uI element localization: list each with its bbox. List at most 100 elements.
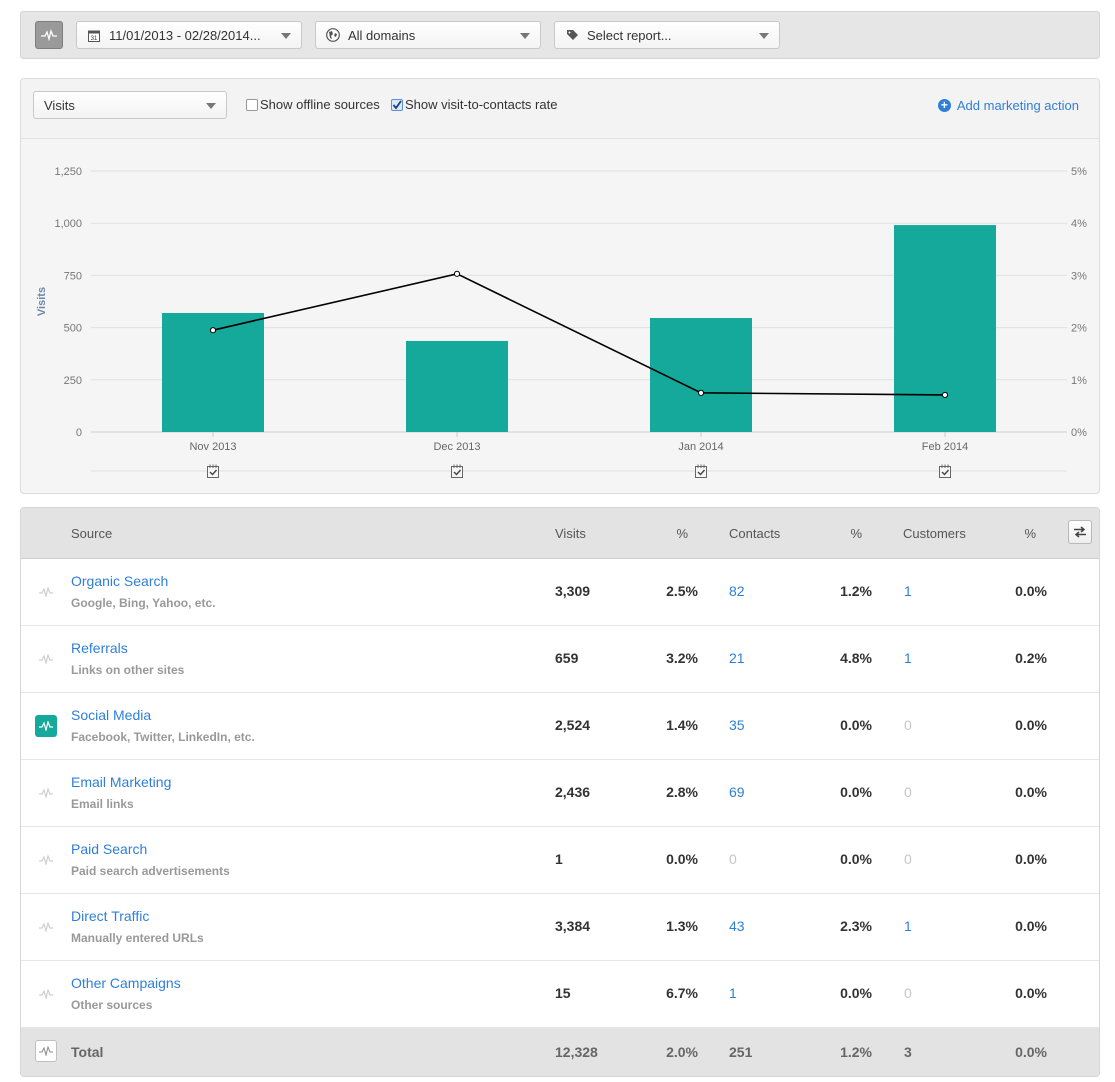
rate-point	[453, 270, 461, 277]
visits-pct-value: 2.8%	[666, 784, 698, 800]
pulse-icon	[39, 989, 53, 999]
total-chart-toggle[interactable]	[35, 1040, 57, 1062]
report-select[interactable]: Select report...	[554, 21, 780, 49]
visits-value: 2,524	[555, 717, 591, 733]
y-tick-label: 500	[64, 323, 82, 335]
header-customers-pct[interactable]: %	[1024, 526, 1036, 541]
contacts-value[interactable]: 21	[729, 650, 745, 666]
contacts-pct-value: 4.8%	[840, 650, 872, 666]
date-range-select[interactable]: 31 11/01/2013 - 02/28/2014...	[76, 21, 302, 49]
x-tick-label: Jan 2014	[678, 441, 723, 453]
visits-chart: 0 250 500 750 1,000 1,250 0% 1% 2% 3% 4% 5% Visits No…	[36, 166, 1087, 478]
pulse-icon	[39, 1046, 53, 1056]
y-tick-label: 250	[64, 375, 82, 387]
contacts-value[interactable]: 82	[729, 583, 745, 599]
table-row: Email Marketing Email links 2,436 2.8% 69 0.0…	[21, 760, 1099, 827]
total-customers: 3	[904, 1044, 912, 1060]
customers-value[interactable]: 1	[904, 583, 912, 599]
sources-table: Source Visits % Contacts % Customers % O…	[20, 507, 1100, 1077]
marketing-action-calendar-icon[interactable]	[939, 464, 951, 478]
total-contacts: 251	[729, 1044, 753, 1060]
customers-value[interactable]: 1	[904, 650, 912, 666]
contacts-pct-value: 0.0%	[840, 985, 872, 1001]
source-name-link[interactable]: Referrals	[71, 640, 128, 656]
pulse-icon	[39, 922, 53, 932]
marketing-action-calendar-icon[interactable]	[451, 464, 463, 478]
row-chart-toggle[interactable]	[35, 715, 57, 737]
source-description: Facebook, Twitter, LinkedIn, etc.	[71, 730, 255, 744]
row-chart-toggle[interactable]	[35, 782, 57, 804]
contacts-value[interactable]: 43	[729, 918, 745, 934]
marketing-action-calendar-icon[interactable]	[207, 464, 219, 478]
source-name-link[interactable]: Other Campaigns	[71, 975, 181, 991]
y-tick-label: 1,000	[54, 218, 82, 230]
contacts-pct-value: 2.3%	[840, 918, 872, 934]
contacts-value[interactable]: 69	[729, 784, 745, 800]
domains-select[interactable]: All domains	[315, 21, 541, 49]
visits-value: 3,309	[555, 583, 591, 599]
total-label: Total	[71, 1044, 104, 1060]
source-name-link[interactable]: Social Media	[71, 707, 151, 723]
y2-tick-label: 3%	[1071, 270, 1087, 282]
header-visits[interactable]: Visits	[555, 526, 586, 541]
source-name-link[interactable]: Organic Search	[71, 573, 168, 589]
sources-chart-toggle-button[interactable]	[35, 21, 63, 49]
source-name-link[interactable]: Email Marketing	[71, 774, 171, 790]
header-source[interactable]: Source	[71, 526, 112, 541]
table-header: Source Visits % Contacts % Customers %	[21, 508, 1099, 559]
source-description: Links on other sites	[71, 663, 185, 677]
contacts-value[interactable]: 1	[729, 985, 737, 1001]
y2-tick-label: 1%	[1071, 375, 1087, 387]
row-chart-toggle[interactable]	[35, 916, 57, 938]
filter-bar: 31 11/01/2013 - 02/28/2014... All domain…	[20, 11, 1100, 59]
x-tick-label: Nov 2013	[189, 441, 236, 453]
customers-pct-value: 0.0%	[1015, 985, 1047, 1001]
row-chart-toggle[interactable]	[35, 581, 57, 603]
customers-pct-value: 0.0%	[1015, 918, 1047, 934]
marketing-action-calendar-icon[interactable]	[695, 464, 707, 478]
header-customers[interactable]: Customers	[903, 526, 966, 541]
y2-tick-label: 4%	[1071, 218, 1087, 230]
source-name-link[interactable]: Paid Search	[71, 841, 147, 857]
visits-value: 659	[555, 650, 579, 666]
header-visits-pct[interactable]: %	[676, 526, 688, 541]
row-chart-toggle[interactable]	[35, 983, 57, 1005]
total-customers-pct: 0.0%	[1015, 1044, 1047, 1060]
source-description: Paid search advertisements	[71, 864, 230, 878]
source-description: Other sources	[71, 998, 153, 1012]
source-description: Google, Bing, Yahoo, etc.	[71, 596, 216, 610]
chevron-down-icon	[520, 33, 530, 39]
customers-value[interactable]: 1	[904, 918, 912, 934]
contacts-pct-value: 0.0%	[840, 851, 872, 867]
row-chart-toggle[interactable]	[35, 648, 57, 670]
pulse-icon	[41, 29, 57, 41]
x-tick-label: Feb 2014	[922, 441, 968, 453]
y2-tick-label: 0%	[1071, 427, 1087, 439]
rate-point	[941, 391, 949, 399]
visits-value: 15	[555, 985, 571, 1001]
swap-columns-button[interactable]	[1068, 520, 1092, 544]
visits-value: 2,436	[555, 784, 591, 800]
customers-pct-value: 0.0%	[1015, 784, 1047, 800]
visits-value: 1	[555, 851, 563, 867]
row-chart-toggle[interactable]	[35, 849, 57, 871]
total-visits: 12,328	[555, 1044, 598, 1060]
domains-value: All domains	[348, 27, 416, 43]
rate-point	[209, 327, 217, 334]
globe-icon	[326, 28, 340, 42]
table-row: Social Media Facebook, Twitter, LinkedIn,…	[21, 693, 1099, 760]
bar-feb-2014	[894, 225, 996, 432]
header-contacts[interactable]: Contacts	[729, 526, 780, 541]
table-row: Referrals Links on other sites 659 3.2% 21 4.…	[21, 626, 1099, 693]
contacts-value[interactable]: 35	[729, 717, 745, 733]
chevron-down-icon	[281, 33, 291, 39]
y-tick-label: 750	[64, 270, 82, 282]
customers-pct-value: 0.0%	[1015, 583, 1047, 599]
header-contacts-pct[interactable]: %	[850, 526, 862, 541]
calendar-icon: 31	[87, 28, 101, 42]
rate-point	[697, 389, 705, 396]
customers-pct-value: 0.0%	[1015, 717, 1047, 733]
customers-value: 0	[904, 717, 912, 733]
y2-tick-label: 5%	[1071, 166, 1087, 178]
source-name-link[interactable]: Direct Traffic	[71, 908, 149, 924]
